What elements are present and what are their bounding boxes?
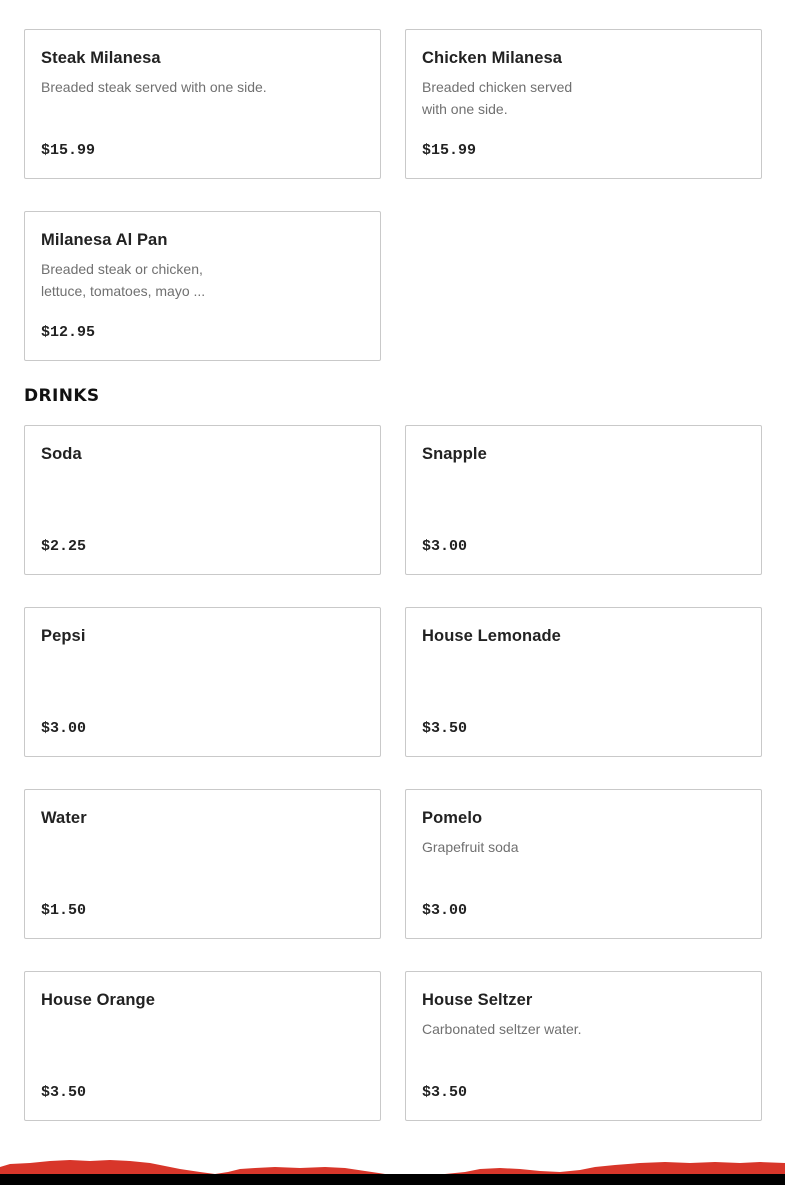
menu-item-description-line: Carbonated seltzer water.: [422, 1021, 582, 1037]
menu-item-name: Soda: [41, 445, 82, 463]
menu-item-name: Pepsi: [41, 627, 86, 645]
menu-item-description-line: Grapefruit soda: [422, 839, 519, 855]
menu-item-name: House Seltzer: [422, 991, 533, 1009]
menu-item-name: Milanesa Al Pan: [41, 231, 168, 249]
menu-item-name: Chicken Milanesa: [422, 49, 563, 67]
menu-item-card[interactable]: Pepsi $3.00: [24, 607, 381, 757]
menu-item-description-line: with one side.: [422, 101, 508, 117]
menu-item-card[interactable]: Snapple $3.00: [405, 425, 762, 575]
menu-item-card[interactable]: Pomelo Grapefruit soda $3.00: [405, 789, 762, 939]
menu-item-name: House Orange: [41, 991, 155, 1009]
menu-item-description-line: Breaded steak or chicken,: [41, 261, 203, 277]
menu-item-price: $12.95: [41, 324, 96, 341]
menu-item-price: $3.50: [422, 1084, 468, 1101]
menu-item-description-line: Breaded steak served with one side.: [41, 79, 267, 95]
menu-item-price: $3.00: [422, 538, 468, 555]
menu-item-card[interactable]: Water $1.50: [24, 789, 381, 939]
menu-item-price: $3.00: [41, 720, 87, 737]
menu-item-description: Carbonated seltzer water.: [422, 1018, 582, 1040]
menu-item-description: Breaded chicken served with one side.: [422, 76, 572, 120]
menu-item-card[interactable]: Milanesa Al Pan Breaded steak or chicken…: [24, 211, 381, 361]
menu-item-price: $3.50: [422, 720, 468, 737]
menu-item-card[interactable]: Soda $2.25: [24, 425, 381, 575]
menu-item-card[interactable]: House Lemonade $3.50: [405, 607, 762, 757]
menu-item-name: Snapple: [422, 445, 487, 463]
menu-item-card[interactable]: House Seltzer Carbonated seltzer water. …: [405, 971, 762, 1121]
menu-item-name: Water: [41, 809, 87, 827]
menu-item-price: $15.99: [422, 142, 477, 159]
footer-decoration: [0, 1160, 785, 1185]
menu-item-price: $3.50: [41, 1084, 87, 1101]
menu-item-description-line: Breaded chicken served: [422, 79, 573, 95]
menu-item-description: Breaded steak served with one side.: [41, 76, 267, 98]
menu-item-name: Steak Milanesa: [41, 49, 161, 67]
menu-item-name: House Lemonade: [422, 627, 561, 645]
menu-item-price: $3.00: [422, 902, 468, 919]
menu-item-description: Breaded steak or chicken, lettuce, tomat…: [41, 258, 205, 302]
menu-item-price: $2.25: [41, 538, 87, 555]
menu-item-card[interactable]: Chicken Milanesa Breaded chicken served …: [405, 29, 762, 179]
menu-item-price: $1.50: [41, 902, 87, 919]
menu-item-price: $15.99: [41, 142, 96, 159]
section-title-drinks: DRINKS: [24, 386, 100, 406]
menu-item-description-line: lettuce, tomatoes, mayo ...: [41, 283, 206, 299]
menu-item-name: Pomelo: [422, 809, 483, 827]
menu-item-card[interactable]: Steak Milanesa Breaded steak served with…: [24, 29, 381, 179]
menu-item-description: Grapefruit soda: [422, 836, 519, 858]
menu-page: Steak Milanesa Breaded steak served with…: [0, 0, 785, 1185]
menu-item-card[interactable]: House Orange $3.50: [24, 971, 381, 1121]
